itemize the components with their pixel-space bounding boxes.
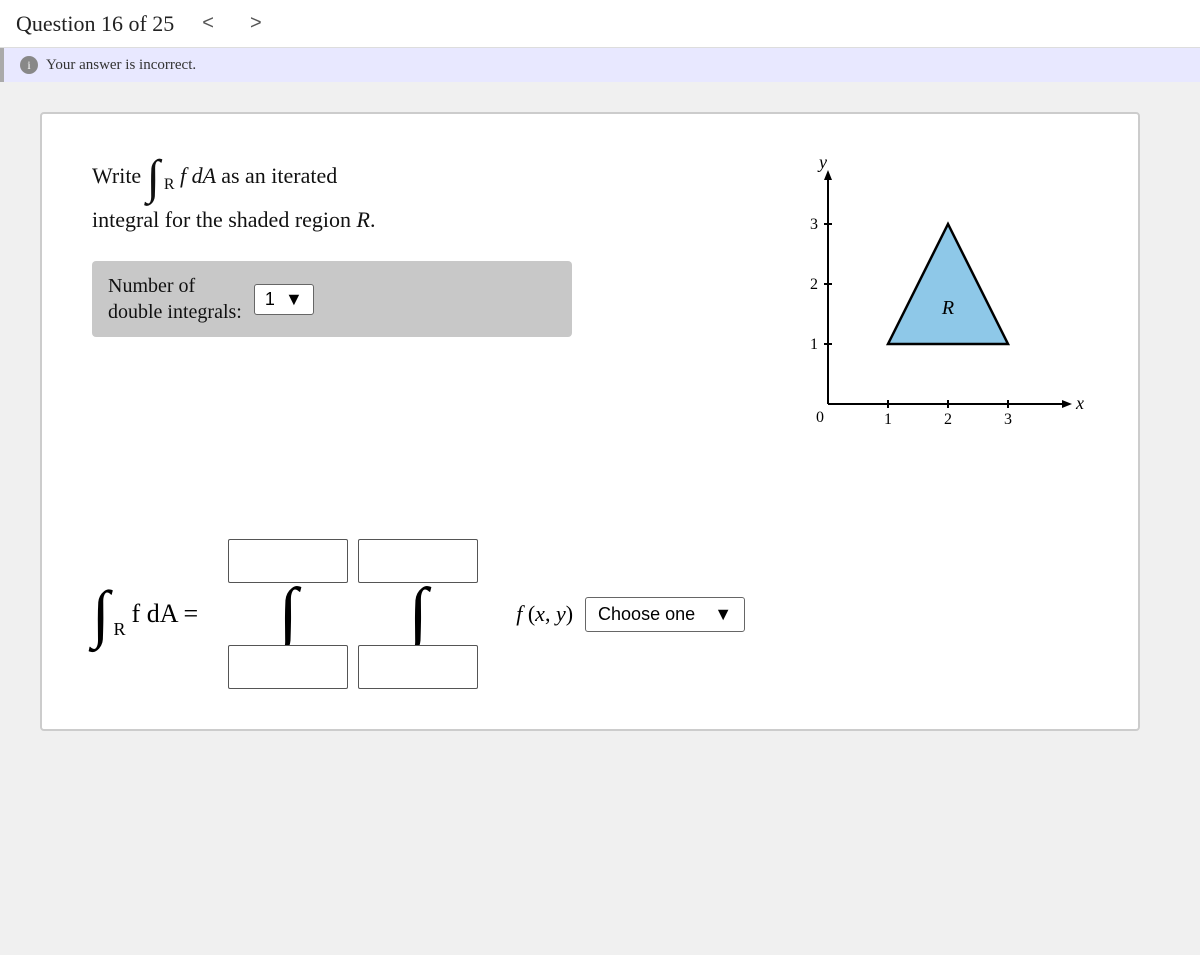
x-axis-label: x	[1075, 393, 1084, 413]
info-icon: i	[20, 56, 38, 74]
question-label: Question 16 of 25	[16, 11, 174, 37]
x-tick-2: 2	[944, 411, 952, 428]
inner-lower-bound-input[interactable]	[358, 645, 478, 689]
inner-integral-block: ∫	[358, 539, 478, 689]
bottom-section: ∫ R f dA = ∫	[92, 539, 1088, 689]
graph-container: y x 0 1 2 3	[768, 154, 1088, 479]
prev-button[interactable]: <	[194, 10, 222, 37]
integral-symbol-lhs: ∫	[147, 154, 160, 202]
lhs-integral-inline: ∫ R	[147, 154, 175, 202]
fxy-label: f (x, y)	[516, 601, 573, 627]
num-integrals-label: Number ofdouble integrals:	[108, 273, 242, 325]
choose-dropdown-arrow-icon: ▼	[714, 604, 732, 625]
lhs-text: f dA =	[132, 599, 199, 629]
main-content: Write ∫ R f dA as an iterated integral f…	[0, 82, 1200, 761]
x-tick-3: 3	[1004, 411, 1012, 428]
lhs-sub-R: R	[114, 619, 126, 640]
fxy-choose-dropdown[interactable]: Choose one ▼	[585, 597, 745, 632]
num-integrals-dropdown[interactable]: 1 ▼	[254, 284, 314, 315]
number-of-integrals-box: Number ofdouble integrals: 1 ▼	[92, 261, 572, 337]
f-dA-text: f dA	[180, 163, 221, 188]
region-R-label: R	[941, 297, 954, 319]
header: Question 16 of 25 < >	[0, 0, 1200, 48]
y-tick-3: 3	[810, 216, 818, 233]
question-card: Write ∫ R f dA as an iterated integral f…	[40, 112, 1140, 731]
question-text: Write ∫ R f dA as an iterated integral f…	[92, 154, 572, 237]
integral-sub-R: R	[164, 172, 175, 198]
inner-integral-symbol: ∫	[409, 579, 428, 649]
num-integrals-value: 1	[265, 289, 275, 310]
question-text-area: Write ∫ R f dA as an iterated integral f…	[92, 154, 572, 337]
top-section: Write ∫ R f dA as an iterated integral f…	[92, 154, 1088, 479]
x-tick-1: 1	[884, 411, 892, 428]
outer-integral-block: ∫	[228, 539, 348, 689]
y-axis-label: y	[817, 152, 827, 172]
region-R-polygon	[888, 224, 1008, 344]
banner-text: Your answer is incorrect.	[46, 57, 196, 74]
outer-integral-symbol: ∫	[279, 579, 298, 649]
write-label: Write	[92, 163, 141, 188]
dropdown-arrow-icon: ▼	[285, 289, 303, 310]
outer-lower-bound-input[interactable]	[228, 645, 348, 689]
lhs-equation: ∫ R f dA =	[92, 582, 198, 646]
fxy-section: f (x, y) Choose one ▼	[516, 597, 745, 632]
as-text: as an iterated	[221, 163, 337, 188]
incorrect-banner: i Your answer is incorrect.	[0, 48, 1200, 82]
y-tick-1: 1	[810, 336, 818, 353]
y-tick-2: 2	[810, 276, 818, 293]
iterated-integral: ∫ ∫	[228, 539, 480, 689]
choose-label: Choose one	[598, 604, 695, 625]
integral-line2: integral for the shaded region R.	[92, 207, 375, 232]
graph-svg: y x 0 1 2 3	[768, 154, 1088, 474]
next-button[interactable]: >	[242, 10, 270, 37]
origin-label: 0	[816, 409, 824, 426]
lhs-big-integral: ∫	[92, 582, 110, 646]
